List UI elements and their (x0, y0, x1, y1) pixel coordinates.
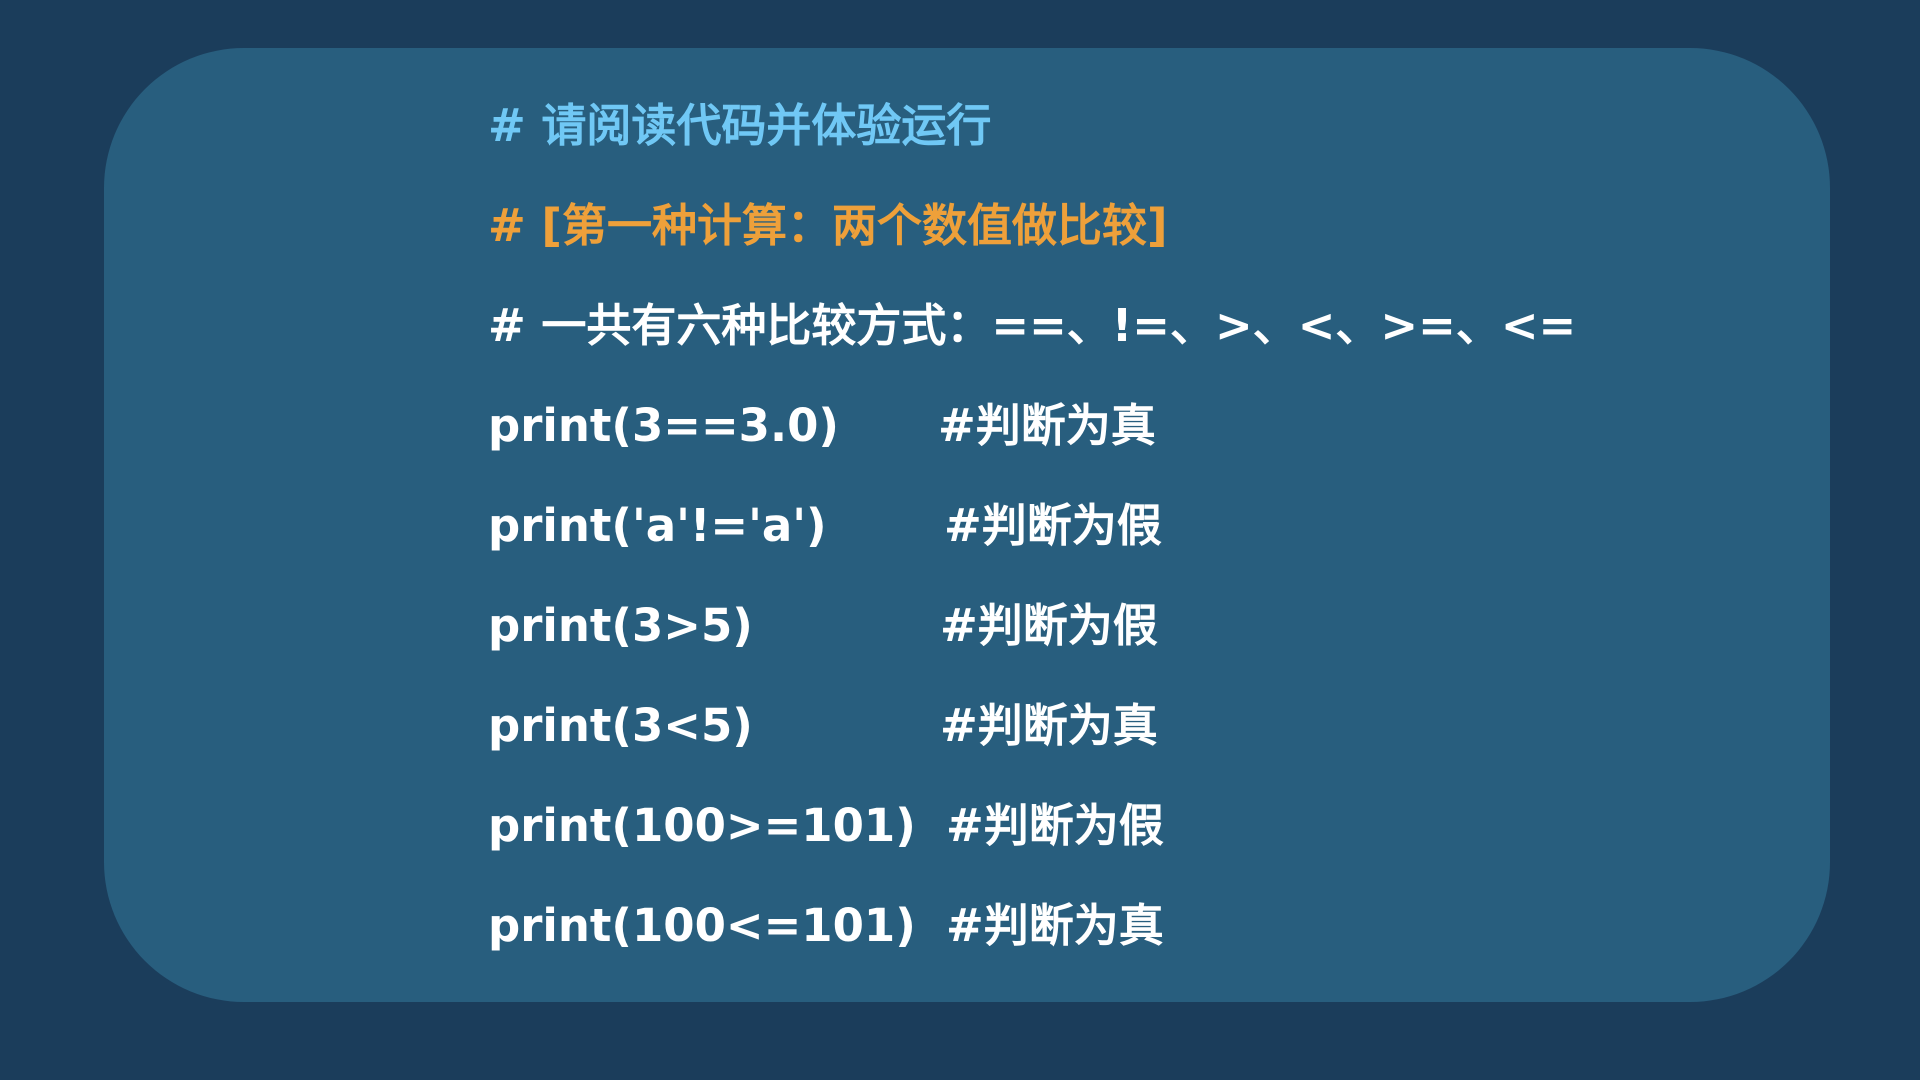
code-statement: print(100<=101) (488, 899, 916, 952)
code-comment: #判断为真 (940, 699, 1158, 752)
code-statement: print(100>=101) (488, 799, 916, 852)
comment-section: # [第一种计算：两个数值做比较] (488, 199, 1168, 252)
comment-note: # 一共有六种比较方式：==、!=、>、<、>=、<= (488, 299, 1577, 352)
code-comment: #判断为假 (940, 599, 1158, 652)
code-statement: print(3<5) (488, 699, 753, 752)
code-comment: #判断为真 (946, 899, 1164, 952)
code-statement: print(3==3.0) (488, 399, 839, 452)
code-comment: #判断为真 (938, 399, 1156, 452)
code-statement: print(3>5) (488, 599, 753, 652)
code-comment: #判断为假 (944, 499, 1162, 552)
code-comment: #判断为假 (946, 799, 1164, 852)
code-statement: print('a'!='a') (488, 499, 827, 552)
comment-title: # 请阅读代码并体验运行 (488, 99, 992, 152)
